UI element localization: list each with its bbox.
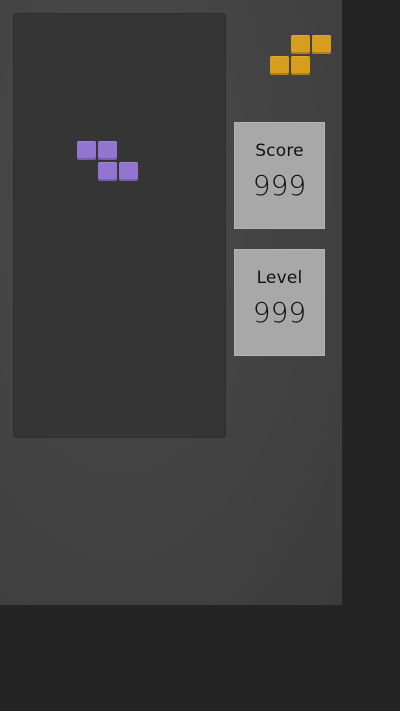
current-piece-block	[98, 162, 117, 181]
game-board-area: Score 999 Level 999	[0, 0, 342, 605]
playfield-well[interactable]	[13, 13, 226, 438]
current-piece-block	[119, 162, 138, 181]
next-piece-block	[312, 35, 331, 54]
level-panel: Level 999	[234, 249, 325, 356]
next-piece-block	[291, 35, 310, 54]
score-value: 999	[252, 169, 307, 202]
current-piece-block	[98, 141, 117, 160]
level-label: Level	[256, 268, 303, 288]
score-panel: Score 999	[234, 122, 325, 229]
current-piece-block	[77, 141, 96, 160]
next-piece-block	[270, 56, 289, 75]
next-piece-block	[291, 56, 310, 75]
level-value: 999	[252, 296, 307, 329]
score-label: Score	[255, 141, 304, 161]
